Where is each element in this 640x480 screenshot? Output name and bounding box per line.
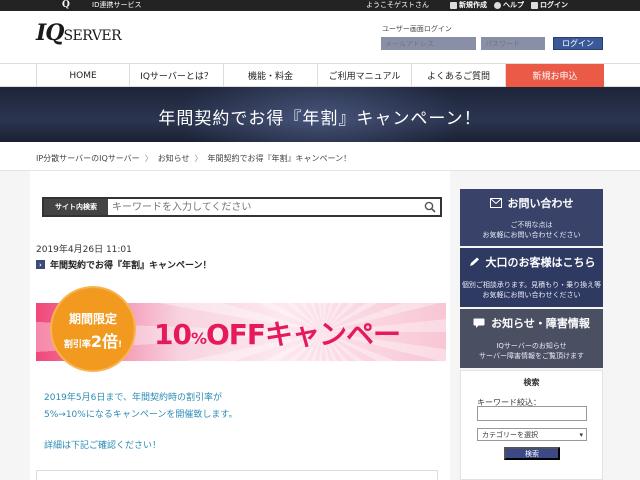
login-link[interactable]: ログイン [531, 0, 568, 11]
email-field[interactable] [381, 37, 476, 50]
help-icon [494, 2, 501, 9]
details-box [36, 470, 438, 480]
nav-home[interactable]: HOME [36, 64, 129, 87]
id-service-link[interactable]: ID連携サービス [92, 0, 141, 11]
hero-banner: 年間契約でお得『年割』キャンペーン！ [0, 87, 640, 142]
enterprise-head: 大口のお客様はこちら [460, 248, 603, 276]
badge-line2-num: 2倍 [90, 332, 119, 351]
breadcrumb-news[interactable]: お知らせ [158, 153, 190, 164]
site-search: サイト内検索 [42, 197, 442, 217]
description-line1: 2019年5月6日まで、年間契約時の割引率が [44, 393, 222, 403]
chevron-right-icon: › [36, 260, 45, 269]
contact-title: お問い合わせ [507, 197, 574, 210]
q-logo[interactable]: Q [62, 0, 70, 11]
new-account-link[interactable]: 新規作成 [450, 0, 487, 11]
site-search-input[interactable] [112, 199, 412, 215]
login-button[interactable]: ログイン [553, 37, 603, 50]
nav-manual[interactable]: ご利用マニュアル [317, 64, 411, 87]
logo-iq: IQ [36, 20, 64, 46]
help-link[interactable]: ヘルプ [494, 0, 524, 11]
site-search-label: サイト内検索 [44, 199, 108, 215]
welcome-text: ようこそゲストさん [366, 1, 429, 9]
chevron-down-icon: ▾ [579, 430, 583, 439]
badge-line2-pre: 割引率 [63, 340, 91, 350]
login-icon [531, 2, 538, 9]
category-select[interactable]: カテゴリーを選択 ▾ [477, 428, 587, 441]
breadcrumb-sep: 〉 [144, 154, 153, 163]
badge-line2-post: ! [118, 340, 123, 350]
badge-line1: 期間限定 [68, 312, 117, 326]
password-field[interactable] [481, 37, 545, 50]
speech-bubble-icon [473, 318, 485, 328]
contact-head: お問い合わせ [460, 189, 603, 217]
sidebar-contact-card[interactable]: お問い合わせ ご不明な点は お気軽にお問い合わせください [460, 189, 603, 246]
iqserver-logo[interactable]: IQSERVER [36, 20, 122, 46]
description-line3: 詳細は下記ご確認ください！ [44, 441, 162, 451]
campaign-percent-sign: % [190, 329, 207, 348]
mail-icon [489, 198, 502, 208]
sidebar-search-button[interactable]: 検索 [504, 447, 560, 460]
description-line2: 5%→10%になるキャンペーンを開催致します。 [44, 410, 238, 420]
sidebar-enterprise-card[interactable]: 大口のお客様はこちら 個別ご相談承ります。見積もり・乗り換え等 お気軽にお問い合… [460, 248, 603, 307]
pencil-icon [469, 257, 479, 266]
utility-links: 新規作成 ヘルプ ログイン [450, 0, 568, 11]
login-link-label: ログイン [540, 1, 568, 9]
sidebar-search-heading: 検索 [523, 378, 540, 387]
help-label: ヘルプ [503, 1, 524, 9]
keyword-input[interactable] [477, 406, 587, 421]
main-nav: HOME IQサーバーとは？ 機能・料金 ご利用マニュアル よくあるご質問 新規… [0, 63, 640, 87]
nav-faq[interactable]: よくあるご質問 [411, 64, 506, 87]
enterprise-title: 大口のお客様はこちら [485, 256, 596, 269]
post-title: › 年間契約でお得『年割』キャンペーン！ [36, 258, 212, 271]
hero-title: 年間契約でお得『年割』キャンペーン！ [158, 109, 482, 129]
post-title-text: 年間契約でお得『年割』キャンペーン！ [50, 261, 212, 271]
news-title: お知らせ・障害情報 [491, 317, 590, 330]
nav-apply[interactable]: 新規お申込 [506, 64, 604, 87]
news-head: お知らせ・障害情報 [460, 309, 603, 337]
nav-about[interactable]: IQサーバーとは？ [129, 64, 223, 87]
search-icon[interactable] [424, 201, 436, 213]
login-label: ユーザー画面ログイン [382, 25, 452, 33]
news-sub1: IQサーバーのお知らせ [496, 342, 567, 350]
contact-sub1: ご不明な点は [510, 221, 553, 229]
campaign-description: 2019年5月6日まで、年間契約時の割引率が 5%→10%になるキャンペーンを開… [44, 390, 237, 424]
breadcrumb: IP分散サーバーのIQサーバー 〉 お知らせ 〉 年間契約でお得『年割』キャンペ… [36, 153, 351, 164]
new-account-label: 新規作成 [459, 1, 487, 9]
document-icon [450, 2, 457, 9]
nav-pricing[interactable]: 機能・料金 [223, 64, 317, 87]
enterprise-sub1: 個別ご相談承ります。見積もり・乗り換え等 [461, 281, 602, 289]
limited-time-badge: 期間限定 割引率2倍! [52, 288, 134, 370]
sidebar-search: 検索 キーワード絞込： カテゴリーを選択 ▾ 検索 [460, 370, 603, 480]
badge-line2: 割引率2倍! [52, 328, 134, 352]
sidebar-news-card[interactable]: お知らせ・障害情報 IQサーバーのお知らせ サーバー障害情報をご覧頂けます [460, 309, 603, 368]
post-date: 2019年4月26日 11:01 [36, 245, 132, 255]
news-sub2: サーバー障害情報をご覧頂けます [479, 352, 584, 360]
breadcrumb-sep: 〉 [194, 154, 203, 163]
enterprise-sub2: お気軽にお問い合わせください [482, 291, 581, 299]
breadcrumb-current: 年間契約でお得『年割』キャンペーン！ [207, 154, 352, 163]
campaign-headline: 10%OFFキャンペーン!! [154, 313, 446, 361]
top-utility-bar: Q ID連携サービス ようこそゲストさん 新規作成 ヘルプ ログイン [0, 0, 640, 11]
contact-sub2: お気軽にお問い合わせください [482, 231, 581, 239]
campaign-percent-number: 10 [154, 318, 192, 351]
category-select-value: カテゴリーを選択 [482, 430, 538, 439]
logo-server: SERVER [63, 28, 122, 44]
breadcrumb-home[interactable]: IP分散サーバーのIQサーバー [36, 153, 140, 164]
